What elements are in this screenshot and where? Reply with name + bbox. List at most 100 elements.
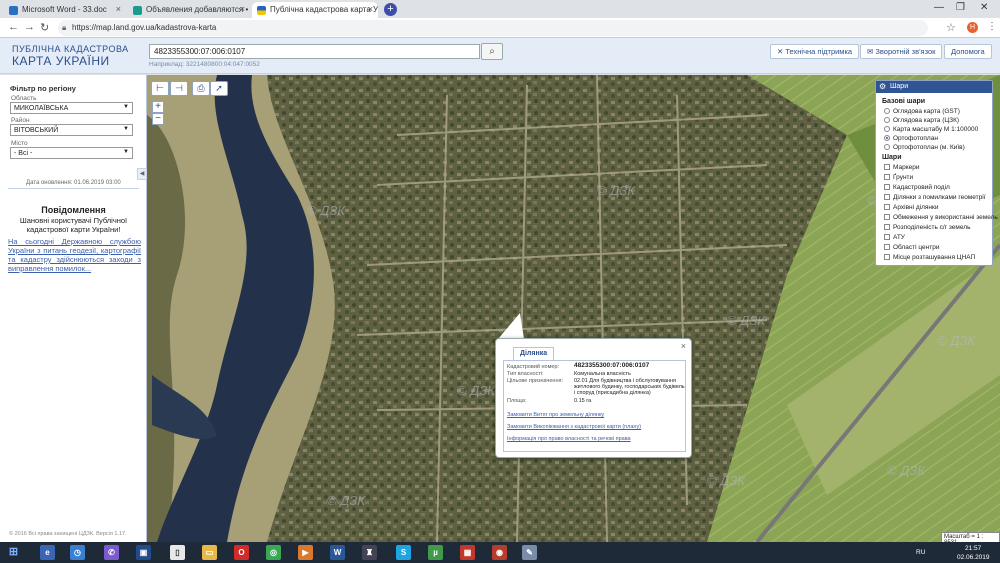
overlay-checkbox[interactable]: Ґрунти xyxy=(884,174,913,181)
svg-text:© ДЗК: © ДЗК xyxy=(707,473,746,488)
media-app-icon[interactable]: ▶ xyxy=(298,545,313,560)
parcel-popup: × Ділянка Кадастровий номер: 4823355300:… xyxy=(495,338,692,458)
app-icon[interactable]: ♜ xyxy=(362,545,377,560)
browser-tab-word[interactable]: Microsoft Word - 33.doc × xyxy=(4,2,126,18)
measure-distance-icon[interactable]: ⊢ xyxy=(151,81,169,96)
site-header: ПУБЛІЧНА КАДАСТРОВА КАРТА УКРАЇНИ ⌕ Напр… xyxy=(0,38,1000,74)
overlay-checkbox[interactable]: АТУ xyxy=(884,234,905,241)
folder-app-icon[interactable]: ▭ xyxy=(202,545,217,560)
clock-time[interactable]: 21:57 xyxy=(965,545,981,552)
oblast-label: Область xyxy=(11,95,37,102)
aerial-imagery: © ДЗК © ДЗК © ДЗК © ДЗК © ДЗК © ДЗК © ДЗ… xyxy=(147,75,1000,542)
maximize-icon[interactable]: ❐ xyxy=(956,2,965,13)
overlay-checkbox[interactable]: Ділянки з помилками геометрії xyxy=(884,194,986,201)
order-extract-link[interactable]: Замовити Витяг про земельну ділянку xyxy=(507,412,604,418)
divider xyxy=(8,188,139,189)
misto-label: Місто xyxy=(11,140,28,147)
layers-panel: ⚙ Шари Базові шари Оглядова карта (GST) … xyxy=(875,80,998,266)
ukraine-flag-favicon-icon xyxy=(257,6,266,15)
close-icon[interactable]: × xyxy=(368,4,373,14)
tab-title: Microsoft Word - 33.doc xyxy=(22,5,107,14)
layers-header[interactable]: ⚙ Шари xyxy=(876,81,992,93)
base-layers-title: Базові шари xyxy=(882,98,926,105)
chevron-down-icon: ▼ xyxy=(123,126,129,132)
word-app-icon[interactable]: W xyxy=(330,545,345,560)
back-icon[interactable]: ← xyxy=(8,21,19,33)
clock-app-icon[interactable]: ◷ xyxy=(70,545,85,560)
tab-parcel[interactable]: Ділянка xyxy=(513,347,555,360)
base-layer-option[interactable]: Оглядова карта (ЦЗК) xyxy=(884,117,959,124)
search-button[interactable]: ⌕ xyxy=(481,43,503,60)
overlay-checkbox[interactable]: Обмеження у використанні земель xyxy=(884,214,998,221)
feedback-button[interactable]: ✉ Зворотній зв'язок xyxy=(860,44,943,59)
profile-avatar[interactable]: Н xyxy=(967,22,978,33)
orthophoto-map[interactable]: © ДЗК © ДЗК © ДЗК © ДЗК © ДЗК © ДЗК © ДЗ… xyxy=(147,75,1000,542)
collapse-panel-button[interactable]: ◀ xyxy=(137,168,147,180)
oblast-select[interactable]: МИКОЛАЇВСЬКА ▼ xyxy=(10,102,133,114)
reload-icon[interactable]: ↻ xyxy=(40,21,49,34)
overlay-checkbox[interactable]: Розподіленість с/г земель xyxy=(884,224,970,231)
clock-date[interactable]: 02.06.2019 xyxy=(957,554,990,561)
url-text: https://map.land.gov.ua/kadastrova-karta xyxy=(72,23,217,32)
address-bar[interactable]: 🔒︎ https://map.land.gov.ua/kadastrova-ka… xyxy=(58,20,928,36)
olx-favicon-icon xyxy=(133,6,142,15)
start-windows-icon[interactable]: ⊞ xyxy=(6,545,21,560)
minimize-icon[interactable]: — xyxy=(934,2,944,13)
zoom-in-button[interactable]: + xyxy=(152,101,164,113)
svg-text:© ДЗК: © ДЗК xyxy=(597,183,636,198)
browser-toolbar: ← → ↻ 🔒︎ https://map.land.gov.ua/kadastr… xyxy=(0,18,1000,38)
area-value: 0.15 га xyxy=(574,398,592,404)
rayon-select[interactable]: ВІТОВСЬКИЙ ▼ xyxy=(10,124,133,136)
close-icon[interactable]: × xyxy=(116,4,121,14)
zoom-out-button[interactable]: − xyxy=(152,113,164,125)
print-icon[interactable]: ⎙ xyxy=(192,81,210,96)
base-layer-option[interactable]: Оглядова карта (GST) xyxy=(884,108,960,115)
close-window-icon[interactable]: ✕ xyxy=(980,2,988,13)
notice-link[interactable]: На сьогодні Державною службою України з … xyxy=(8,237,141,273)
browser-tab-olx[interactable]: Объявления добавляются • OLX × xyxy=(128,2,250,18)
cursor-info-icon[interactable]: ➚ xyxy=(210,81,228,96)
browser-menu-icon[interactable]: ⋮ xyxy=(987,21,997,32)
forward-icon[interactable]: → xyxy=(24,21,35,33)
ownership-info-link[interactable]: Інформація про право власності та речові… xyxy=(507,436,631,442)
overlay-checkbox[interactable]: Кадастровий поділ xyxy=(884,184,950,191)
document-app-icon[interactable]: ▯ xyxy=(170,545,185,560)
skype-app-icon[interactable]: S xyxy=(396,545,411,560)
calculator-app-icon[interactable]: ▦ xyxy=(460,545,475,560)
save-app-icon[interactable]: ▣ xyxy=(136,545,151,560)
base-layer-option[interactable]: Карта масштабу М 1:100000 xyxy=(884,126,978,133)
torrent-app-icon[interactable]: µ xyxy=(428,545,443,560)
measure-area-icon[interactable]: ⊣ xyxy=(170,81,188,96)
ownership-value: Комунальна власність xyxy=(574,371,631,377)
viewer-app-icon[interactable]: ◉ xyxy=(492,545,507,560)
new-tab-button[interactable]: + xyxy=(384,3,397,16)
close-icon[interactable]: × xyxy=(240,4,245,14)
update-date: Дата оновлення: 01.06.2019 03:00 xyxy=(26,180,121,186)
opera-app-icon[interactable]: O xyxy=(234,545,249,560)
overlay-checkbox[interactable]: Місце розташування ЦНАП xyxy=(884,254,975,261)
close-icon[interactable]: × xyxy=(681,341,686,351)
notice-greeting: Шановні користувачі Публічної кадастрово… xyxy=(19,216,128,234)
overlay-checkbox[interactable]: Архівні ділянки xyxy=(884,204,938,211)
site-logo-line2[interactable]: КАРТА УКРАЇНИ xyxy=(12,54,110,68)
bookmark-star-icon[interactable]: ☆ xyxy=(946,21,956,34)
svg-text:© ДЗК: © ДЗК xyxy=(727,313,766,328)
app-icon[interactable]: ✎ xyxy=(522,545,537,560)
order-map-copy-link[interactable]: Замовити Викопіювання з кадастрової карт… xyxy=(507,424,641,430)
help-button[interactable]: Допомога xyxy=(944,44,992,59)
base-layer-option[interactable]: Ортофотоплан (м. Київ) xyxy=(884,144,965,151)
overlay-checkbox[interactable]: Маркери xyxy=(884,164,920,171)
ie-app-icon[interactable]: e xyxy=(40,545,55,560)
overlay-checkbox[interactable]: Області центри xyxy=(884,244,939,251)
chrome-app-icon[interactable]: ◎ xyxy=(266,545,281,560)
cadastral-search-input[interactable] xyxy=(149,44,480,59)
purpose-value: 02.01 Для будівництва і обслуговування ж… xyxy=(574,378,685,396)
popup-pointer xyxy=(498,313,524,339)
misto-select[interactable]: - Всі - ▼ xyxy=(10,147,133,159)
viber-app-icon[interactable]: ✆ xyxy=(104,545,119,560)
tech-support-button[interactable]: ✕ Технічна підтримка xyxy=(770,44,860,59)
keyboard-language[interactable]: RU xyxy=(916,549,925,556)
browser-tab-strip: Microsoft Word - 33.doc × Объявления доб… xyxy=(0,0,1000,18)
base-layer-option-selected[interactable]: Ортофотоплан xyxy=(884,135,938,142)
browser-tab-kadastr[interactable]: Публічна кадастрова карта Укр × xyxy=(252,2,378,18)
